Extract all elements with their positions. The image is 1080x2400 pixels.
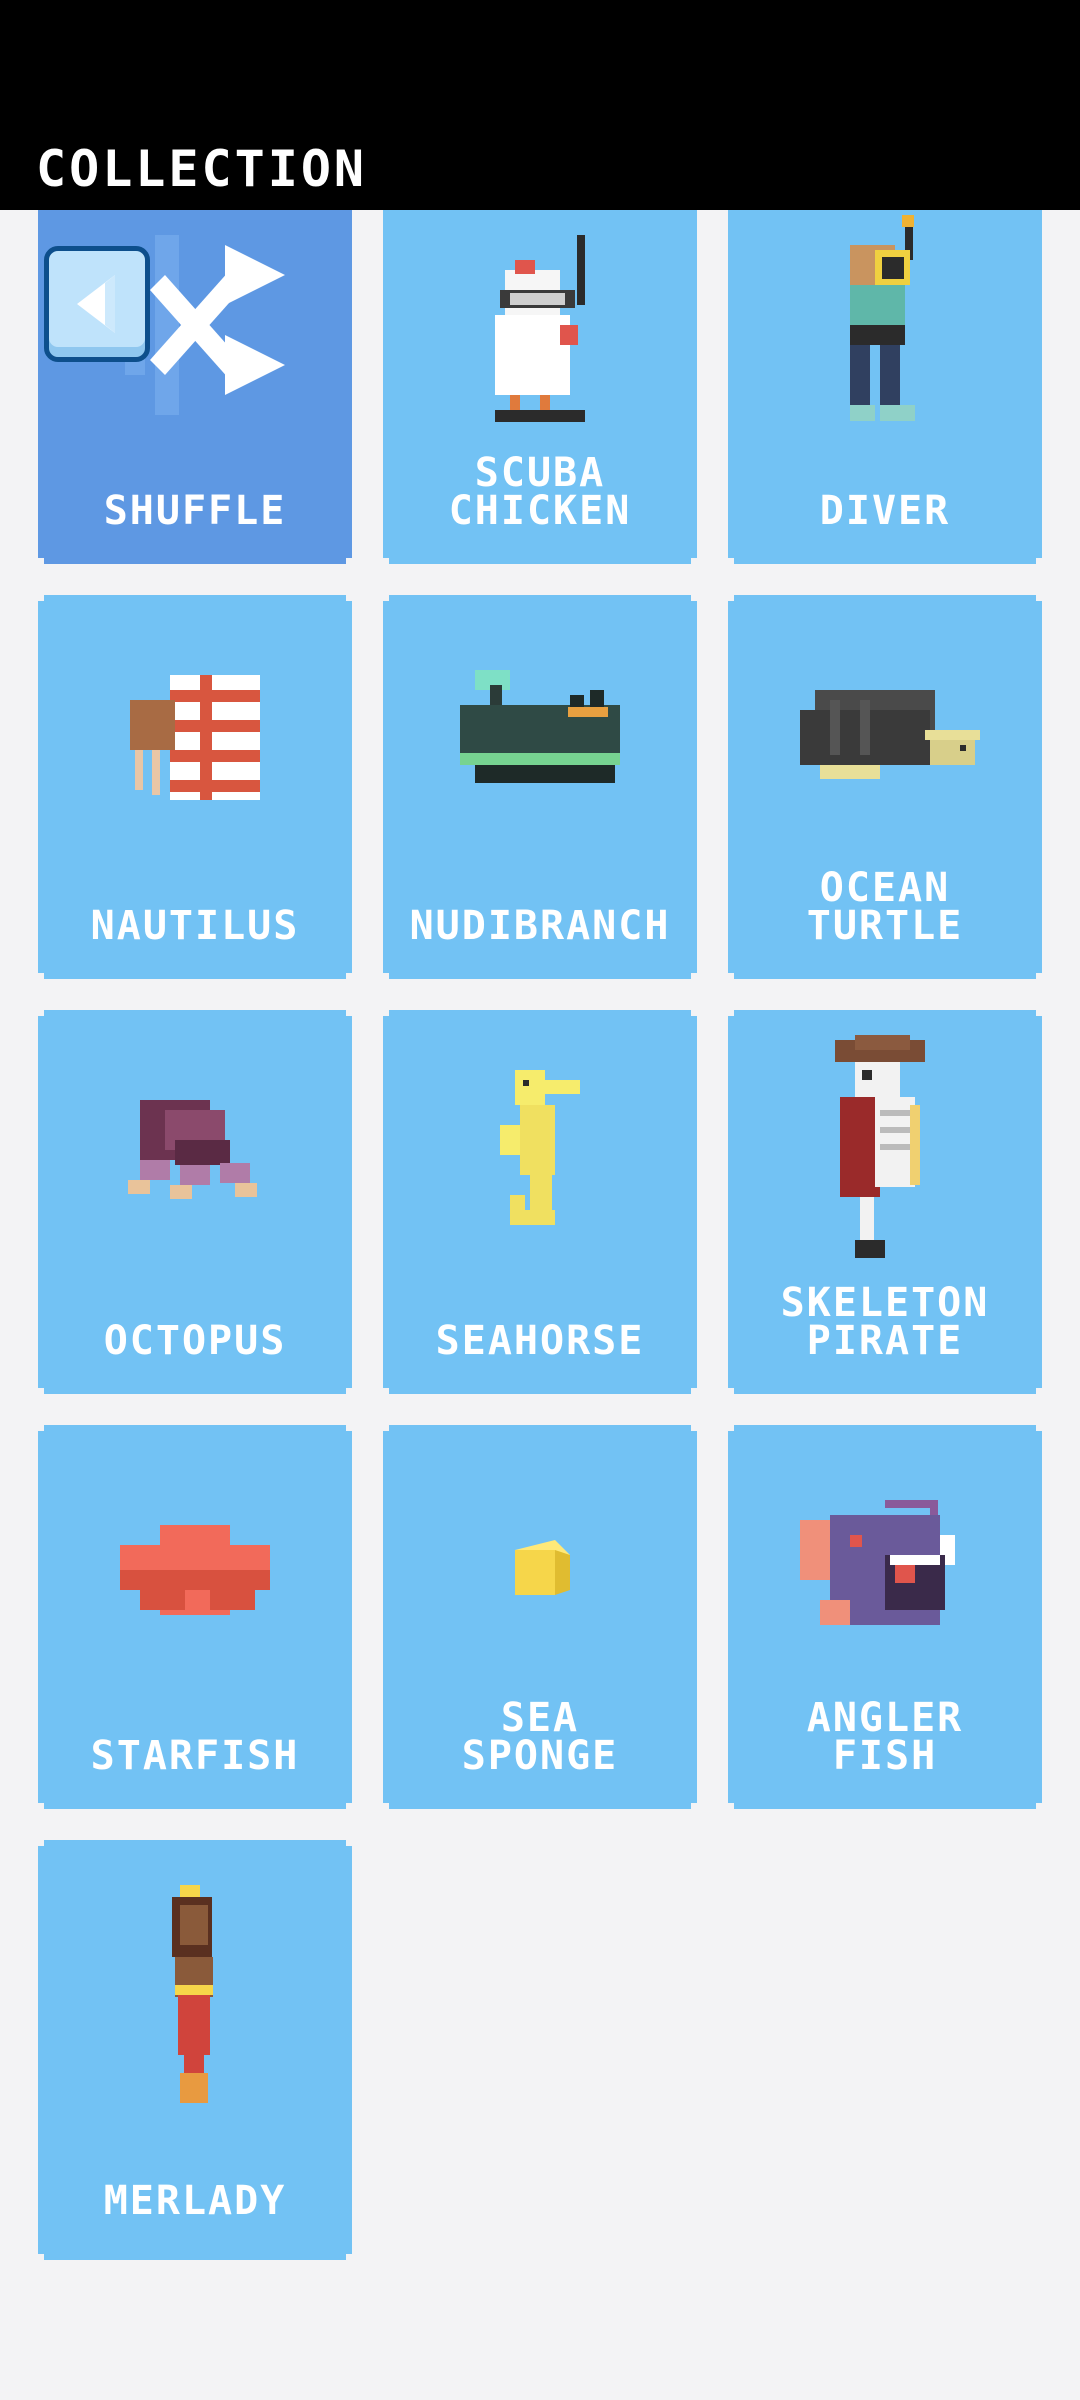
sea-sponge-card[interactable]: SEA SPONGE	[383, 1425, 697, 1809]
back-button[interactable]	[44, 246, 150, 362]
starfish-card[interactable]: STARFISH	[38, 1425, 352, 1809]
shuffle-card[interactable]: SHUFFLE	[38, 180, 352, 564]
item-label: OCEAN TURTLE	[806, 865, 964, 949]
merlady-card[interactable]: MERLADY	[38, 1840, 352, 2260]
merlady-icon	[150, 1885, 240, 2115]
item-label: SKELETON PIRATE	[780, 1280, 990, 1364]
item-label: SEAHORSE	[435, 1318, 645, 1364]
angler-fish-card[interactable]: ANGLER FISH	[728, 1425, 1042, 1809]
angler-fish-icon	[790, 1490, 980, 1650]
item-label: SEA SPONGE	[461, 1695, 619, 1779]
seahorse-icon	[485, 1065, 595, 1245]
item-label: STARFISH	[90, 1733, 300, 1779]
starfish-icon	[110, 1515, 280, 1625]
item-label: NUDIBRANCH	[409, 903, 671, 949]
item-label: NAUTILUS	[90, 903, 300, 949]
item-label: MERLADY	[103, 2178, 287, 2224]
item-label: SCUBA CHICKEN	[448, 450, 632, 534]
scuba-chicken-icon	[465, 225, 615, 425]
item-label: SHUFFLE	[103, 488, 287, 534]
skeleton-pirate-card[interactable]: SKELETON PIRATE	[728, 1010, 1042, 1394]
header-bar: COLLECTION	[0, 0, 1080, 210]
seahorse-card[interactable]: SEAHORSE	[383, 1010, 697, 1394]
page-title: COLLECTION	[36, 140, 368, 198]
ocean-turtle-card[interactable]: OCEAN TURTLE	[728, 595, 1042, 979]
skeleton-pirate-icon	[820, 1035, 950, 1275]
item-label: ANGLER FISH	[806, 1695, 964, 1779]
nudibranch-icon	[450, 665, 630, 815]
item-label: OCTOPUS	[103, 1318, 287, 1364]
diver-icon	[820, 215, 950, 435]
arrow-left-icon	[77, 275, 115, 333]
ocean-turtle-icon	[790, 680, 980, 800]
item-label: DIVER	[819, 488, 951, 534]
nautilus-card[interactable]: NAUTILUS	[38, 595, 352, 979]
sea-sponge-icon	[500, 1530, 580, 1610]
octopus-icon	[120, 1095, 270, 1215]
octopus-card[interactable]: OCTOPUS	[38, 1010, 352, 1394]
nautilus-icon	[120, 660, 270, 820]
scuba-chicken-card[interactable]: SCUBA CHICKEN	[383, 180, 697, 564]
diver-card[interactable]: DIVER	[728, 180, 1042, 564]
nudibranch-card[interactable]: NUDIBRANCH	[383, 595, 697, 979]
